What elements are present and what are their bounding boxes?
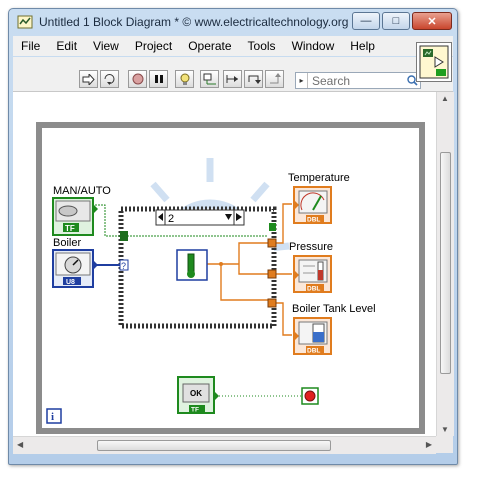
boolean-tunnel	[120, 231, 128, 241]
vi-icon[interactable]	[416, 42, 452, 82]
boolean-tunnel-right	[269, 223, 276, 231]
case-selector-value: 2	[168, 213, 174, 225]
menu-edit[interactable]: Edit	[48, 39, 85, 53]
menu-file[interactable]: File	[13, 39, 48, 53]
search-scope-arrow-icon[interactable]: ▸	[296, 73, 308, 88]
run-arrow-icon[interactable]	[79, 70, 98, 88]
iteration-terminal-label: i	[51, 411, 54, 423]
temperature-type: DBL	[307, 217, 320, 224]
highlight-execution-icon[interactable]	[175, 70, 194, 88]
menu-tools[interactable]: Tools	[240, 39, 284, 53]
run-continuously-icon[interactable]	[100, 70, 119, 88]
pressure-tunnel	[267, 269, 277, 279]
retain-wire-values-icon[interactable]	[200, 70, 219, 88]
minimize-button[interactable]: —	[352, 12, 380, 30]
labview-app-icon	[17, 15, 33, 29]
toolbar: ▸ Search	[13, 57, 453, 92]
block-diagram-window: Untitled 1 Block Diagram * © www.electri…	[8, 8, 458, 465]
scroll-right-arrow-icon[interactable]: ▶	[426, 440, 432, 449]
pressure-type: DBL	[307, 286, 320, 293]
menu-help[interactable]: Help	[342, 39, 383, 53]
tank-level-tunnel	[267, 298, 277, 308]
scroll-left-arrow-icon[interactable]: ◀	[17, 440, 23, 449]
horizontal-scrollbar[interactable]: ◀ ▶	[13, 436, 436, 454]
step-over-icon[interactable]	[244, 70, 263, 88]
case-selector-terminal-label: ?	[121, 261, 126, 271]
scroll-up-arrow-icon[interactable]: ▲	[441, 94, 449, 103]
thermometer-subvi-icon[interactable]	[176, 249, 208, 281]
ok-button-text: OK	[190, 389, 202, 398]
stop-condition-icon[interactable]	[301, 387, 319, 405]
tank-level-type: DBL	[307, 348, 320, 355]
man-auto-label: MAN/AUTO	[53, 185, 111, 197]
wire-junction	[219, 262, 223, 266]
maximize-button[interactable]: □	[382, 12, 410, 30]
pause-icon[interactable]	[149, 70, 168, 88]
tank-level-label: Boiler Tank Level	[292, 303, 376, 315]
pressure-label: Pressure	[289, 241, 334, 253]
menu-project[interactable]: Project	[127, 39, 180, 53]
close-button[interactable]: ✕	[412, 12, 452, 30]
search-placeholder: Search	[312, 73, 351, 88]
man-auto-type: TF	[65, 224, 75, 233]
scrollbar-corner	[436, 436, 453, 453]
horizontal-scroll-thumb[interactable]	[97, 440, 331, 451]
menu-operate[interactable]: Operate	[180, 39, 239, 53]
abort-icon[interactable]	[128, 70, 147, 88]
block-diagram-canvas[interactable]: 2 ? TF U8 DBL DBL DBL OK TF i MAN/AUTO B…	[13, 92, 436, 436]
boiler-label: Boiler	[53, 237, 82, 249]
boiler-type: U8	[66, 279, 75, 286]
menu-view[interactable]: View	[85, 39, 127, 53]
numeric-wire-outputs[interactable]	[275, 203, 292, 336]
vertical-scroll-thumb[interactable]	[440, 152, 451, 374]
step-into-icon[interactable]	[223, 70, 242, 88]
ok-button-type: TF	[191, 407, 199, 414]
man-auto-toggle-icon[interactable]	[52, 197, 98, 236]
search-field[interactable]: ▸ Search	[295, 72, 421, 89]
temperature-tunnel	[267, 238, 277, 248]
title-bar[interactable]: Untitled 1 Block Diagram * © www.electri…	[9, 9, 457, 35]
step-out-icon[interactable]	[265, 70, 284, 88]
vertical-scrollbar[interactable]: ▲ ▼	[436, 92, 454, 436]
menu-window[interactable]: Window	[284, 39, 343, 53]
scroll-down-arrow-icon[interactable]: ▼	[441, 425, 449, 434]
window-title: Untitled 1 Block Diagram * © www.electri…	[39, 15, 349, 29]
boiler-knob-icon[interactable]	[52, 249, 98, 288]
menu-bar: File Edit View Project Operate Tools Win…	[13, 36, 453, 56]
temperature-label: Temperature	[288, 172, 350, 184]
